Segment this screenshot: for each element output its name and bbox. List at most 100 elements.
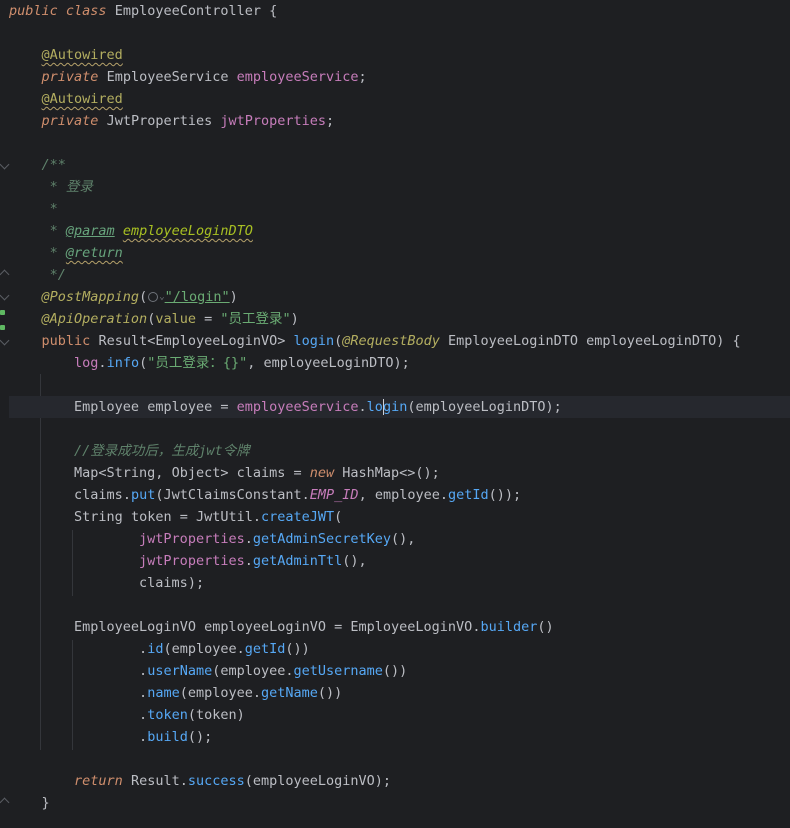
dot: . xyxy=(139,707,148,723)
code-line[interactable]: jwtProperties.getAdminTtl(), xyxy=(9,550,790,572)
method-call: getAdminTtl xyxy=(252,553,343,569)
paren: ()) xyxy=(382,663,408,679)
field-name: jwtProperties xyxy=(139,531,245,547)
code-line[interactable] xyxy=(9,594,790,616)
code-line[interactable]: return Result.success(employeeLoginVO); xyxy=(9,770,790,792)
current-code-line[interactable]: Employee employee = employeeService.logi… xyxy=(9,396,790,418)
code-area[interactable]: public class EmployeeController { @Autow… xyxy=(9,0,790,814)
code-line[interactable]: @Autowired xyxy=(9,44,790,66)
code-line[interactable]: * @param employeeLoginDTO xyxy=(9,220,790,242)
keyword: private xyxy=(41,113,99,129)
code-line[interactable]: } xyxy=(9,792,790,814)
args: (employee. xyxy=(212,663,294,679)
method-call: token xyxy=(147,707,188,723)
operator: = xyxy=(195,311,221,327)
code-line[interactable]: .token(token) xyxy=(9,704,790,726)
code-line[interactable]: .build(); xyxy=(9,726,790,748)
code-line[interactable]: public class EmployeeController { xyxy=(9,0,790,22)
code-line[interactable]: claims); xyxy=(9,572,790,594)
args: , employee. xyxy=(358,487,448,503)
code-line[interactable] xyxy=(9,132,790,154)
code-line[interactable] xyxy=(9,418,790,440)
code-line[interactable]: log.info("员工登录：{}", employeeLoginDTO); xyxy=(9,352,790,374)
method-call: getId xyxy=(244,641,286,657)
keyword: public xyxy=(9,3,58,19)
code-line[interactable]: * xyxy=(9,198,790,220)
dot: . xyxy=(122,487,131,503)
code-line[interactable]: jwtProperties.getAdminSecretKey(), xyxy=(9,528,790,550)
method-call: build xyxy=(147,729,188,745)
code-line[interactable]: String token = JwtUtil.createJWT( xyxy=(9,506,790,528)
args: (employeeLoginDTO); xyxy=(407,399,562,415)
dot: . xyxy=(139,685,148,701)
code-line[interactable]: .userName(employee.getUsername()) xyxy=(9,660,790,682)
code-line[interactable]: @Autowired xyxy=(9,88,790,110)
code-line[interactable]: */ xyxy=(9,264,790,286)
dot: . xyxy=(244,531,253,547)
paren: ( xyxy=(334,509,343,525)
annotation-param: value xyxy=(155,311,196,327)
dot: . xyxy=(98,355,107,371)
method-call: put xyxy=(130,487,156,503)
code-line[interactable]: public Result<EmployeeLoginVO> login(@Re… xyxy=(9,330,790,352)
code-line[interactable]: //登录成功后，生成jwt令牌 xyxy=(9,440,790,462)
constant: EMP_ID xyxy=(309,487,359,503)
paren: ()); xyxy=(488,487,522,503)
args: (token) xyxy=(187,707,245,723)
method-call: name xyxy=(147,685,180,701)
semicolon: ; xyxy=(326,113,335,129)
return-type: Result<EmployeeLoginVO> xyxy=(98,333,286,349)
code-line[interactable]: * 登录 xyxy=(9,176,790,198)
code-line[interactable]: * @return xyxy=(9,242,790,264)
method-name: login xyxy=(293,333,335,349)
code-line[interactable]: .id(employee.getId()) xyxy=(9,638,790,660)
code-line[interactable]: EmployeeLoginVO employeeLoginVO = Employ… xyxy=(9,616,790,638)
args: (employeeLoginVO); xyxy=(244,773,392,789)
variable-decl: token = JwtUtil. xyxy=(122,509,261,525)
annotation: @Autowired xyxy=(41,91,123,107)
change-marker-icon xyxy=(0,325,5,330)
code-line[interactable] xyxy=(9,748,790,770)
code-line[interactable]: /** xyxy=(9,154,790,176)
code-line[interactable]: @ApiOperation(value = "员工登录") xyxy=(9,308,790,330)
field-name: employeeService xyxy=(236,399,359,415)
constructor: HashMap<>(); xyxy=(334,465,440,481)
code-line[interactable]: .name(employee.getName()) xyxy=(9,682,790,704)
code-line[interactable]: private JwtProperties jwtProperties; xyxy=(9,110,790,132)
brace: { xyxy=(261,3,278,19)
url-string[interactable]: "/login" xyxy=(165,289,230,305)
code-line[interactable]: claims.put(JwtClaimsConstant.EMP_ID, emp… xyxy=(9,484,790,506)
web-globe-icon[interactable] xyxy=(148,292,159,302)
method-call: userName xyxy=(147,663,213,679)
args: (JwtClaimsConstant. xyxy=(155,487,310,503)
string-literal: "员工登录：{}" xyxy=(147,355,248,371)
javadoc-text: * xyxy=(41,245,66,261)
method-call: getUsername xyxy=(293,663,383,679)
method-call: success xyxy=(187,773,245,789)
code-line[interactable] xyxy=(9,374,790,396)
type-name: Map<String, Object> xyxy=(74,465,229,481)
javadoc-param: employeeLoginDTO xyxy=(122,223,253,239)
code-line[interactable]: Map<String, Object> claims = new HashMap… xyxy=(9,462,790,484)
args: (); xyxy=(187,729,213,745)
semicolon: ; xyxy=(358,69,367,85)
keyword: public xyxy=(41,333,91,349)
args: (employee. xyxy=(163,641,245,657)
editor-gutter[interactable] xyxy=(0,0,10,828)
change-marker-icon xyxy=(0,310,5,315)
type-name: EmployeeLoginVO xyxy=(74,619,196,635)
dot: . xyxy=(139,729,148,745)
paren: () xyxy=(537,619,554,635)
javadoc-open: /** xyxy=(41,157,66,173)
args: , employeeLoginDTO); xyxy=(247,355,410,371)
javadoc-tag: @return xyxy=(65,245,123,261)
code-editor[interactable]: public class EmployeeController { @Autow… xyxy=(0,0,790,828)
param-name: employeeLoginDTO xyxy=(586,333,717,349)
code-line[interactable] xyxy=(9,22,790,44)
keyword: return xyxy=(74,773,123,789)
code-line[interactable]: private EmployeeService employeeService; xyxy=(9,66,790,88)
javadoc-text: * xyxy=(41,201,58,217)
class-name: Result. xyxy=(122,773,188,789)
method-call: id xyxy=(147,641,164,657)
code-line[interactable]: @PostMapping(⌄"/login") xyxy=(9,286,790,308)
